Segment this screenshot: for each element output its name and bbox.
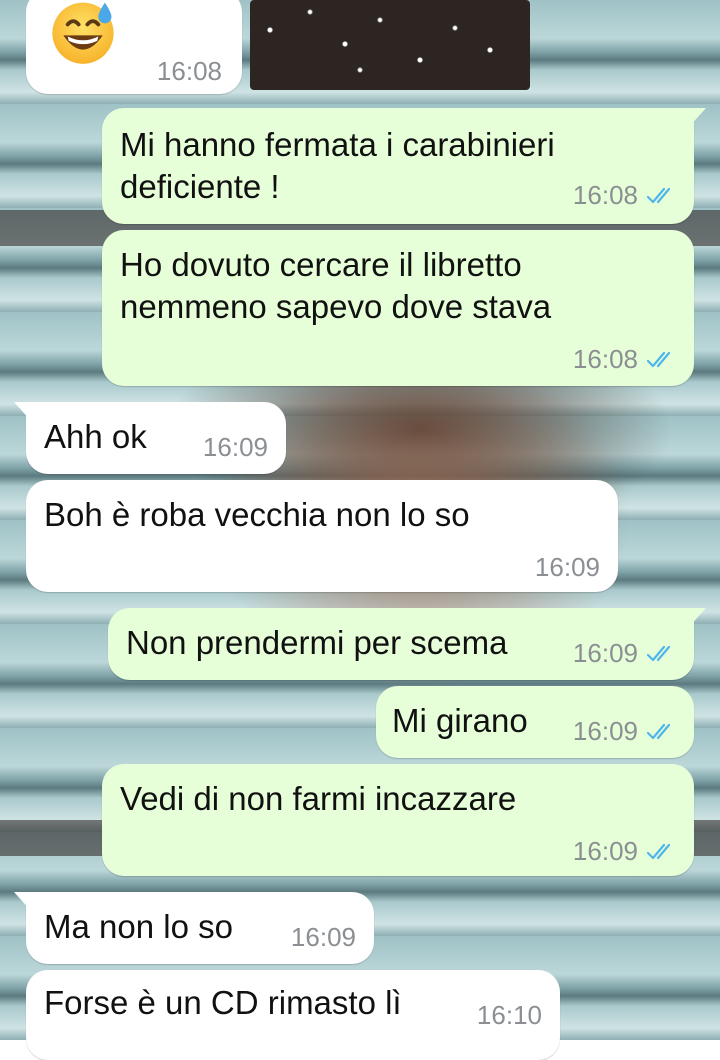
- bubble-tail: [14, 892, 32, 912]
- double-check-read-icon: [646, 187, 671, 203]
- outgoing-message-bubble[interactable]: Ho dovuto cercare il libretto nemmeno sa…: [102, 230, 694, 386]
- grinning-face-with-sweat-icon: [52, 2, 114, 64]
- double-check-read-icon: [646, 645, 671, 661]
- incoming-message-bubble[interactable]: Ahh ok 16:09: [14, 402, 286, 474]
- outgoing-message-bubble[interactable]: Mi hanno fermata i carabinieri deficient…: [102, 108, 706, 224]
- message-meta: 16:09: [291, 922, 356, 953]
- message-text: Boh è roba vecchia non lo so: [44, 496, 470, 533]
- message-meta: 16:08: [573, 180, 676, 211]
- message-text: Non prendermi per scema: [126, 624, 508, 661]
- outgoing-message-bubble[interactable]: Mi girano 16:09: [376, 686, 694, 758]
- outgoing-message-bubble[interactable]: Vedi di non farmi incazzare 16:09: [102, 764, 694, 876]
- message-time: 16:09: [202, 432, 268, 462]
- message-time: 16:09: [534, 552, 600, 582]
- outgoing-message-bubble[interactable]: Non prendermi per scema 16:09: [108, 608, 706, 680]
- message-meta: 16:09: [573, 836, 676, 867]
- message-time: 16:09: [572, 716, 638, 746]
- incoming-message-bubble[interactable]: Forse è un CD rimasto lì 16:10: [26, 970, 560, 1060]
- message-time: 16:09: [572, 836, 638, 866]
- double-check-read-icon: [646, 723, 671, 739]
- double-check-read-icon: [646, 351, 671, 367]
- message-meta: 16:09: [573, 716, 676, 747]
- incoming-message-bubble[interactable]: 16:08: [26, 0, 242, 94]
- incoming-message-bubble[interactable]: Ma non lo so 16:09: [14, 892, 374, 964]
- message-meta: 16:10: [477, 1000, 542, 1031]
- bubble-tail: [688, 608, 706, 628]
- incoming-message-bubble[interactable]: Boh è roba vecchia non lo so 16:09: [26, 480, 618, 592]
- bubble-tail: [14, 402, 32, 422]
- message-text: Ma non lo so: [44, 908, 233, 945]
- message-text: Vedi di non farmi incazzare: [120, 780, 517, 817]
- message-meta: 16:08: [157, 56, 222, 87]
- message-time: 16:08: [156, 56, 222, 86]
- message-time: 16:09: [290, 922, 356, 952]
- message-time: 16:09: [572, 638, 638, 668]
- message-text: Mi hanno fermata i carabinieri deficient…: [120, 126, 555, 205]
- message-text: Ahh ok: [44, 418, 147, 455]
- double-check-read-icon: [646, 843, 671, 859]
- message-time: 16:08: [572, 180, 638, 210]
- message-list[interactable]: 16:08 Mi hanno fermata i carabinieri def…: [0, 0, 720, 1060]
- message-text: Mi girano: [392, 702, 528, 739]
- bubble-tail: [688, 108, 706, 128]
- message-meta: 16:08: [573, 344, 676, 375]
- message-meta: 16:09: [203, 432, 268, 463]
- message-meta: 16:09: [535, 552, 600, 583]
- message-time: 16:10: [476, 1000, 542, 1030]
- message-meta: 16:09: [573, 638, 676, 669]
- message-time: 16:08: [572, 344, 638, 374]
- message-text: Forse è un CD rimasto lì: [44, 984, 402, 1021]
- message-text: Ho dovuto cercare il libretto nemmeno sa…: [120, 246, 552, 325]
